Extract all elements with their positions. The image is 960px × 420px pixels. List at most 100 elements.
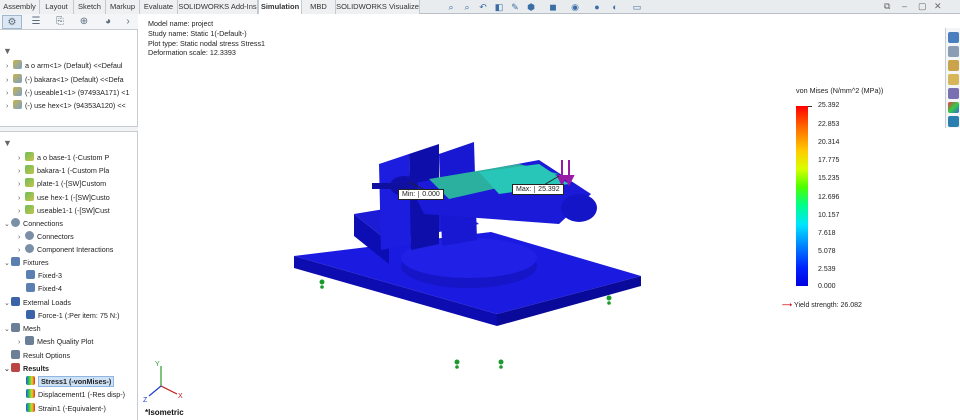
zoom-area-icon[interactable]: ⌕ (462, 2, 472, 12)
fixed-geometry-icon (26, 270, 35, 279)
tab-assembly[interactable]: Assembly (0, 0, 40, 14)
legend-value: 0.000 (818, 283, 836, 290)
part-icon (13, 87, 22, 96)
axis-triad-icon: Y X Z (143, 361, 183, 404)
tree-item-connections[interactable]: ⌄ Connections (4, 218, 63, 230)
tree-item-connectors[interactable]: › Connectors (18, 231, 74, 243)
dimxpert-tab-icon[interactable]: ⊕ (74, 15, 94, 29)
strain-plot-icon (26, 403, 35, 412)
tree-item-result-options[interactable]: Result Options (11, 350, 70, 362)
close-icon[interactable]: ✕ (934, 1, 942, 12)
view-orientation-icon[interactable]: ⬢ (526, 2, 536, 12)
legend-colorbar[interactable] (796, 106, 808, 286)
tree-item-external-loads[interactable]: ⌄ External Loads (4, 297, 71, 309)
tree-item-fixed-3[interactable]: Fixed-3 (26, 270, 62, 282)
task-pane (945, 28, 960, 128)
view-settings-icon[interactable]: ▭ (632, 2, 642, 12)
minimize-icon[interactable]: – (902, 1, 907, 11)
apply-scene-icon[interactable]: ◐ (610, 2, 620, 12)
maximize-icon[interactable]: ▢ (918, 1, 927, 12)
command-manager-tabs: Assembly Layout Sketch Markup Evaluate S… (0, 0, 960, 14)
display-manager-tab-icon[interactable]: ◕ (98, 15, 118, 29)
legend-value: 20.314 (818, 139, 840, 146)
legend-value: 25.392 (818, 102, 840, 109)
legend-value: 15.235 (818, 175, 840, 182)
tree-item-useable1[interactable]: › (-) useable1<1> (97493A171) <1 (6, 87, 130, 99)
max-probe-label[interactable]: Max: 25.392 (512, 184, 564, 195)
view-palette-icon[interactable] (948, 88, 959, 99)
tab-addins[interactable]: SOLIDWORKS Add-Ins (178, 0, 258, 14)
tree-item-stress1[interactable]: Stress1 (-vonMises-) (26, 376, 115, 388)
yield-arrow-icon: ⟶ (782, 302, 793, 309)
yield-strength-marker: ⟶ Yield strength: 26.082 (782, 302, 862, 309)
stress-plot-icon (26, 376, 35, 385)
min-probe-label[interactable]: Min: 0.000 (398, 189, 444, 200)
resources-icon[interactable] (948, 46, 959, 57)
tree-item-part[interactable]: › use hex-1 (-[SW]Custo (18, 192, 110, 204)
custom-properties-icon[interactable] (948, 116, 959, 127)
connections-icon (11, 218, 20, 227)
tree-item-part[interactable]: › a o base-1 (-Custom P (18, 152, 109, 164)
zoom-to-fit-icon[interactable]: ⌕ (446, 2, 456, 12)
tab-markup[interactable]: Markup (106, 0, 140, 14)
edit-appearance-icon[interactable]: ● (592, 2, 602, 12)
legend-value: 22.853 (818, 121, 840, 128)
panel-splitter[interactable] (0, 126, 138, 132)
section-view-icon[interactable]: ◧ (494, 2, 504, 12)
result-options-icon (11, 350, 20, 359)
svg-text:X: X (178, 393, 183, 400)
more-tabs-chevron-icon[interactable]: › (122, 15, 134, 29)
mesh-plot-icon (25, 336, 34, 345)
file-explorer-icon[interactable] (948, 74, 959, 85)
filter-icon[interactable]: ▼ (3, 46, 12, 56)
home-icon[interactable] (948, 32, 959, 43)
restore-icon[interactable]: ⧉ (884, 1, 890, 12)
tab-mbd[interactable]: MBD (302, 0, 336, 14)
tree-item-bakara[interactable]: › (-) bakara<1> (Default) <<Defa (6, 74, 124, 86)
part-check-icon (25, 205, 34, 214)
external-loads-icon (11, 297, 20, 306)
tree-item-use-hex[interactable]: › (-) use hex<1> (94353A120) << (6, 100, 126, 112)
tab-sketch[interactable]: Sketch (74, 0, 106, 14)
tree-item-a-o-arm[interactable]: › a o arm<1> (Default) <<Defaul (6, 60, 122, 72)
configuration-manager-tab-icon[interactable]: ⎘ (50, 15, 70, 29)
tree-item-part[interactable]: › bakara-1 (-Custom Pla (18, 165, 109, 177)
previous-view-icon[interactable]: ↶ (478, 2, 488, 12)
tree-item-part[interactable]: › plate-1 (-[SW]Custom (18, 178, 106, 190)
design-library-icon[interactable] (948, 60, 959, 71)
legend-value: 5.078 (818, 248, 836, 255)
part-icon (13, 74, 22, 83)
dynamic-annotation-icon[interactable]: ✎ (510, 2, 520, 12)
filter-icon[interactable]: ▼ (3, 138, 12, 148)
part-check-icon (25, 165, 34, 174)
legend-value: 7.618 (818, 230, 836, 237)
tree-item-mesh-quality[interactable]: › Mesh Quality Plot (18, 336, 93, 348)
tree-item-component-interactions[interactable]: › Component Interactions (18, 244, 113, 256)
property-manager-tab-icon[interactable]: ☰ (26, 15, 46, 29)
appearances-icon[interactable] (948, 102, 959, 113)
display-style-icon[interactable]: ◼ (548, 2, 558, 12)
fixtures-icon (11, 257, 20, 266)
tree-item-results[interactable]: ⌄ Results (4, 363, 49, 375)
feature-manager-tab-icon[interactable]: ⚙ (2, 15, 22, 29)
tab-visualize[interactable]: SOLIDWORKS Visualize (336, 0, 420, 14)
svg-text:Z: Z (143, 397, 148, 404)
tab-layout[interactable]: Layout (40, 0, 74, 14)
tree-item-fixed-4[interactable]: Fixed-4 (26, 283, 62, 295)
tree-item-mesh[interactable]: ⌄ Mesh (4, 323, 41, 335)
part-icon (13, 100, 22, 109)
tab-evaluate[interactable]: Evaluate (140, 0, 178, 14)
legend-value: 12.696 (818, 194, 840, 201)
legend-value: 2.539 (818, 266, 836, 273)
legend-value: 17.775 (818, 157, 840, 164)
tree-item-part[interactable]: › useable1-1 (-[SW]Cust (18, 205, 110, 217)
arm-tip (561, 194, 597, 222)
tree-item-displacement1[interactable]: Displacement1 (-Res disp-) (26, 389, 125, 401)
tree-item-fixtures[interactable]: ⌄ Fixtures (4, 257, 49, 269)
interaction-icon (25, 244, 34, 253)
hide-show-items-icon[interactable]: ◉ (570, 2, 580, 12)
tree-item-force-1[interactable]: Force-1 (:Per item: 75 N:) (26, 310, 119, 322)
tree-item-strain1[interactable]: Strain1 (-Equivalent-) (26, 403, 106, 415)
part-check-icon (25, 178, 34, 187)
tab-simulation[interactable]: Simulation (258, 0, 302, 14)
